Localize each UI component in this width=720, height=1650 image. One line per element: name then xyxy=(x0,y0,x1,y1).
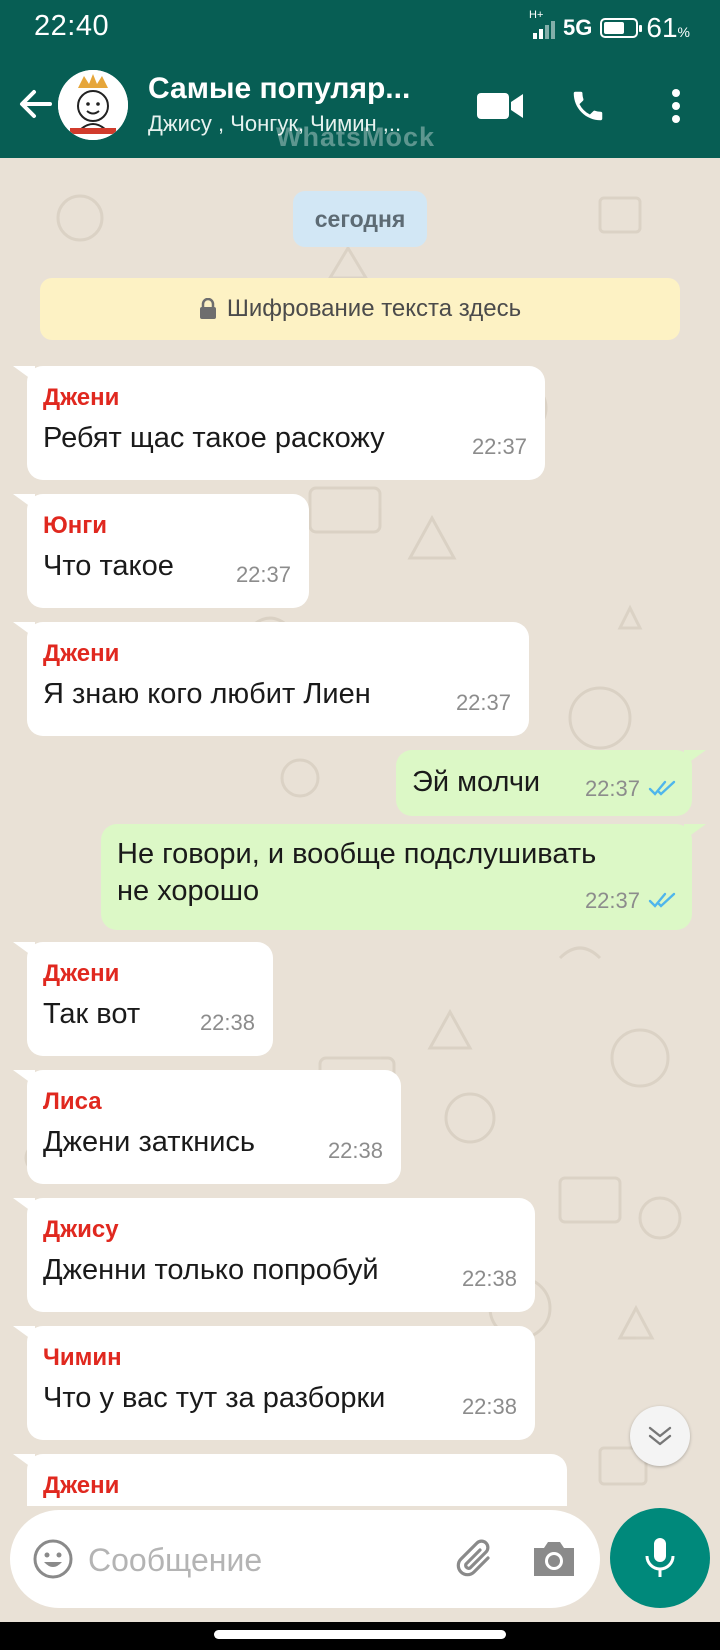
camera-icon[interactable] xyxy=(530,1538,578,1580)
message-bubble-outgoing[interactable]: Эй молчи 22:37 xyxy=(396,750,706,816)
message-bubble-outgoing[interactable]: Не говори, и вообще подслушивать не хоро… xyxy=(101,824,706,930)
message-time: 22:38 xyxy=(461,1266,517,1291)
mic-button[interactable] xyxy=(610,1508,710,1608)
system-nav-bar xyxy=(0,1622,720,1650)
message-time: 22:37 xyxy=(584,888,640,913)
message-text: Джени заткнись xyxy=(43,1126,256,1158)
home-gesture-bar[interactable] xyxy=(214,1630,506,1639)
more-vert-icon[interactable] xyxy=(648,78,704,134)
mic-icon xyxy=(645,1538,675,1577)
message-bubble-incoming[interactable]: Лиса Джени заткнись 22:38 xyxy=(13,1070,401,1184)
phone-icon[interactable] xyxy=(560,78,616,134)
chat-area[interactable]: сегодня Шифрование текста здесь Джени Ре… xyxy=(0,158,720,1506)
message-sender: Джени xyxy=(43,1472,120,1499)
message-text: Так вот xyxy=(43,998,141,1030)
input-bar: Сообщение xyxy=(0,1506,720,1622)
message-sender: Джени xyxy=(43,960,120,987)
message-text: Ребят щас такое раскожу xyxy=(43,422,385,454)
message-bubble-incoming[interactable]: Джени xyxy=(13,1454,567,1506)
message-time: 22:37 xyxy=(235,562,291,587)
message-text: Эй молчи xyxy=(412,766,541,798)
message-sender: Джени xyxy=(43,384,120,411)
lock-icon xyxy=(199,298,216,319)
double-chevron-down-icon xyxy=(648,1426,672,1446)
attach-icon[interactable] xyxy=(452,1536,498,1582)
message-bubble-incoming[interactable]: Чимин Что у вас тут за разборки 22:38 xyxy=(13,1326,535,1440)
message-bubble-incoming[interactable]: Джени Ребят щас такое раскожу 22:37 xyxy=(13,366,545,480)
message-text: не хорошо xyxy=(117,875,260,907)
status-time: 22:40 xyxy=(34,10,110,42)
back-arrow-icon[interactable] xyxy=(14,82,58,126)
message-time: 22:38 xyxy=(327,1138,383,1163)
message-sender: Джени xyxy=(43,640,120,667)
message-sender: Юнги xyxy=(43,512,107,539)
message-time: 22:38 xyxy=(461,1394,517,1419)
watermark: WhatsMock xyxy=(276,122,436,152)
message-text: Не говори, и вообще подслушивать xyxy=(117,838,597,870)
message-text: Я знаю кого любит Лиен xyxy=(43,678,371,710)
message-input[interactable]: Сообщение xyxy=(10,1510,600,1608)
message-text: Что у вас тут за разборки xyxy=(43,1382,386,1414)
network-type: 5G xyxy=(563,15,593,40)
status-bar: 22:40 H+ 5G 61% xyxy=(0,0,720,54)
emoji-icon[interactable] xyxy=(32,1538,74,1580)
message-time: 22:37 xyxy=(471,434,527,459)
message-time: 22:37 xyxy=(455,690,511,715)
message-bubble-incoming[interactable]: Джени Так вот 22:38 xyxy=(13,942,273,1056)
signal-icon: H+ xyxy=(529,9,556,39)
video-call-icon[interactable] xyxy=(472,78,528,134)
status-icons: H+ 5G 61% xyxy=(529,9,690,44)
message-bubble-incoming[interactable]: Джису Дженни только попробуй 22:38 xyxy=(13,1198,535,1312)
message-time: 22:37 xyxy=(584,776,640,801)
encryption-notice[interactable]: Шифрование текста здесь xyxy=(40,278,680,340)
message-sender: Лиса xyxy=(43,1088,102,1115)
message-placeholder: Сообщение xyxy=(88,1542,263,1578)
scroll-to-bottom-button[interactable] xyxy=(630,1406,690,1466)
message-sender: Чимин xyxy=(43,1344,122,1371)
chat-header: Самые популяр... Джису , Чонгук, Чимин ,… xyxy=(0,54,720,158)
message-text: Что такое xyxy=(43,550,174,582)
chat-title[interactable]: Самые популяр... xyxy=(148,72,410,106)
message-text: Дженни только попробуй xyxy=(43,1254,379,1286)
battery-percent: 61% xyxy=(646,12,690,43)
read-ticks-icon xyxy=(648,780,676,796)
message-bubble-incoming[interactable]: Джени Я знаю кого любит Лиен 22:37 xyxy=(13,622,529,736)
group-avatar[interactable] xyxy=(58,70,128,140)
message-sender: Джису xyxy=(43,1216,119,1243)
message-bubble-incoming[interactable]: Юнги Что такое 22:37 xyxy=(13,494,309,608)
battery-icon xyxy=(600,18,643,38)
read-ticks-icon xyxy=(648,892,676,908)
date-chip: сегодня xyxy=(293,191,427,247)
message-time: 22:38 xyxy=(199,1010,255,1035)
